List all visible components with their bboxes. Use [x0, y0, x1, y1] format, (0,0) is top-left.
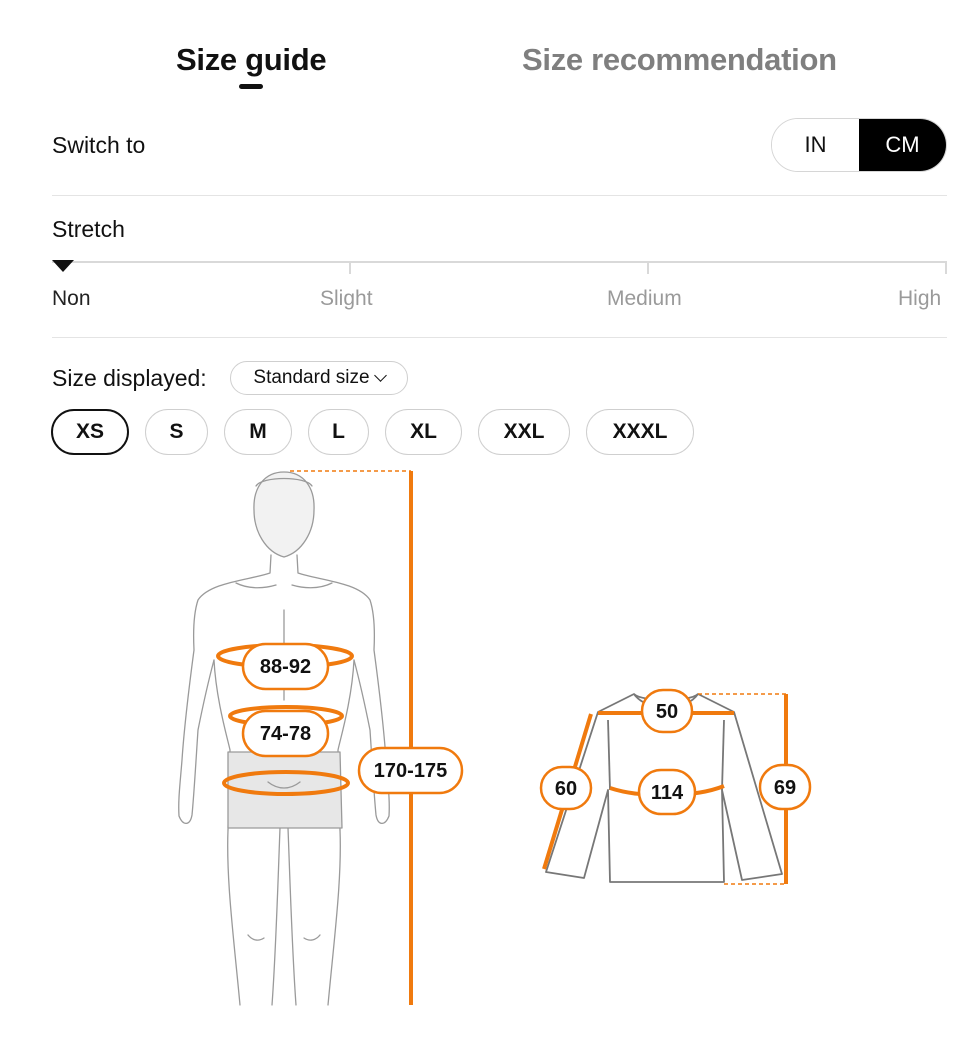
chest-measurement-badge: 88-92	[241, 642, 330, 691]
svg-text:69: 69	[774, 777, 796, 799]
svg-text:74-78: 74-78	[260, 723, 311, 745]
svg-text:114: 114	[651, 782, 684, 804]
measurement-illustration: 88-92 74-78 170-175 50 60 114 69	[178, 470, 812, 1006]
shoulder-measurement-badge: 50	[640, 688, 694, 734]
svg-text:88-92: 88-92	[260, 656, 311, 678]
waist-measurement-badge: 74-78	[241, 709, 330, 758]
svg-text:60: 60	[555, 778, 577, 800]
garment-chest-measurement-badge: 114	[637, 768, 697, 816]
svg-text:170-175: 170-175	[374, 760, 447, 782]
height-measurement-badge: 170-175	[357, 746, 464, 795]
length-measurement-badge: 69	[758, 763, 812, 811]
svg-text:50: 50	[656, 701, 678, 723]
sleeve-measurement-badge: 60	[539, 765, 593, 811]
